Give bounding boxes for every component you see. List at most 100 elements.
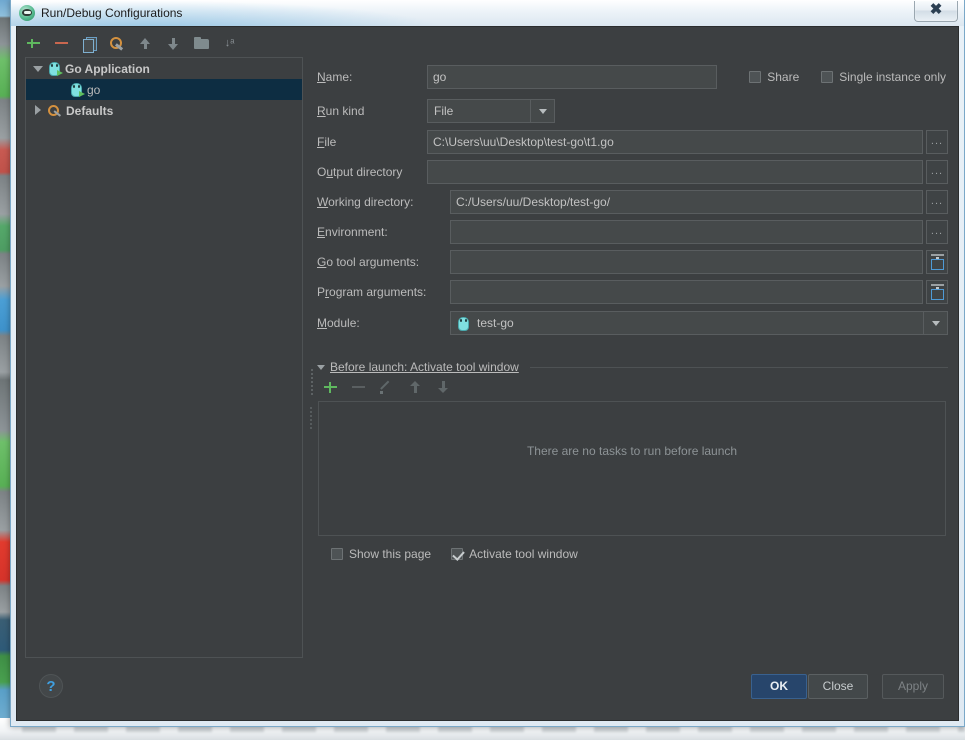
environment-browse-button[interactable]: ... — [926, 220, 948, 244]
go-tool-arguments-row: Go tool arguments: — [317, 250, 948, 274]
configurations-toolbar: ↓ᵃ — [25, 31, 303, 55]
go-gopher-icon — [70, 82, 85, 97]
chevron-down-icon[interactable] — [28, 58, 48, 79]
activate-tool-window-label: Activate tool window — [469, 547, 578, 561]
name-label: Name: — [317, 70, 353, 84]
help-icon[interactable]: ? — [39, 674, 63, 698]
panel-splitter[interactable] — [309, 367, 315, 397]
single-instance-checkbox[interactable] — [821, 71, 834, 83]
module-select[interactable]: test-go — [450, 311, 948, 335]
environment-row: Environment: ... — [317, 220, 948, 244]
chevron-down-icon[interactable] — [530, 100, 554, 122]
ok-button[interactable]: OK — [751, 674, 807, 699]
edit-templates-button[interactable] — [109, 35, 126, 52]
copy-configuration-button[interactable] — [81, 35, 98, 53]
before-launch-title: Before launch: Activate tool window — [330, 360, 519, 374]
apply-button: Apply — [882, 674, 944, 699]
go-tool-arguments-insert-macro-button[interactable] — [926, 250, 948, 274]
chevron-right-icon[interactable] — [28, 100, 48, 121]
activate-tool-window-checkbox[interactable] — [451, 548, 464, 560]
output-directory-input[interactable] — [427, 160, 923, 184]
run-kind-label: Run kind — [317, 104, 365, 118]
show-this-page-label: Show this page — [349, 547, 432, 561]
dialog-title: Run/Debug Configurations — [41, 6, 183, 20]
before-launch-splitter[interactable] — [309, 405, 314, 429]
remove-task-button — [351, 379, 367, 395]
share-checkbox-wrap[interactable]: Share — [749, 70, 799, 84]
working-directory-browse-button[interactable]: ... — [926, 190, 948, 214]
go-module-icon — [457, 316, 470, 331]
name-input[interactable]: go — [427, 65, 717, 89]
before-launch-options: Show this page Activate tool window — [331, 547, 578, 561]
name-row: Name: go Share Single instance only — [317, 65, 948, 89]
file-input[interactable]: C:\Users\uu\Desktop\test-go\t1.go — [427, 130, 923, 154]
add-configuration-button[interactable] — [25, 35, 42, 52]
single-instance-checkbox-wrap[interactable]: Single instance only — [821, 70, 946, 84]
program-arguments-insert-macro-button[interactable] — [926, 280, 948, 304]
single-instance-label: Single instance only — [839, 70, 946, 84]
working-directory-label: Working directory: — [317, 195, 414, 209]
move-into-folder-button[interactable] — [193, 35, 210, 52]
output-directory-row: Output directory ... — [317, 160, 948, 184]
add-task-button[interactable] — [323, 379, 339, 395]
go-gopher-icon — [48, 61, 63, 76]
move-down-button[interactable] — [165, 35, 182, 52]
working-directory-row: Working directory: C:/Users/uu/Desktop/t… — [317, 190, 948, 214]
close-icon[interactable]: ✖ — [914, 1, 958, 22]
tree-group-defaults-label: Defaults — [66, 103, 114, 118]
chevron-down-icon[interactable] — [317, 364, 325, 370]
move-task-up-button — [407, 379, 423, 395]
sort-configurations-button[interactable]: ↓ᵃ — [221, 35, 238, 52]
wrench-icon — [48, 103, 62, 118]
module-label: Module: — [317, 316, 360, 330]
share-checkbox[interactable] — [749, 71, 762, 83]
dialog-footer: ? OK Close Apply — [17, 664, 958, 720]
edit-task-button — [379, 379, 395, 395]
module-row: Module: test-go — [317, 311, 948, 335]
go-tool-arguments-input[interactable] — [450, 250, 923, 274]
show-this-page-wrap[interactable]: Show this page — [331, 547, 431, 561]
go-tool-arguments-label: Go tool arguments: — [317, 255, 420, 269]
configuration-form: Name: go Share Single instance only Run … — [310, 57, 948, 658]
close-button[interactable]: Close — [808, 674, 868, 699]
before-launch-toolbar — [323, 375, 451, 399]
chevron-down-icon[interactable] — [923, 312, 947, 334]
configurations-tree-panel: Go Application go Defaults — [25, 57, 303, 658]
before-launch-task-list[interactable]: There are no tasks to run before launch — [318, 401, 946, 536]
before-launch-header[interactable]: Before launch: Activate tool window — [317, 359, 948, 375]
before-launch-empty-message: There are no tasks to run before launch — [526, 444, 738, 458]
dialog-titlebar[interactable]: Run/Debug Configurations ✖ — [11, 0, 964, 26]
run-debug-configurations-dialog: Run/Debug Configurations ✖ ↓ᵃ Go Applica… — [10, 0, 965, 727]
tree-group-go-application[interactable]: Go Application — [26, 58, 302, 79]
go-app-icon — [19, 5, 35, 21]
module-value: test-go — [477, 316, 514, 330]
environment-input[interactable] — [450, 220, 923, 244]
module-value-wrap: test-go — [451, 316, 923, 331]
move-task-down-button — [435, 379, 451, 395]
environment-label: Environment: — [317, 225, 388, 239]
close-glyph: ✖ — [929, 1, 943, 18]
output-directory-browse-button[interactable]: ... — [926, 160, 948, 184]
section-divider — [529, 366, 948, 368]
tree-group-defaults[interactable]: Defaults — [26, 100, 302, 121]
program-arguments-label: Program arguments: — [317, 285, 427, 299]
share-label: Share — [767, 70, 800, 84]
file-row: File C:\Users\uu\Desktop\test-go\t1.go .… — [317, 130, 948, 154]
run-kind-value: File — [434, 104, 454, 118]
file-browse-button[interactable]: ... — [926, 130, 948, 154]
program-arguments-row: Program arguments: — [317, 280, 948, 304]
file-label: File — [317, 135, 337, 149]
tree-item-go[interactable]: go — [26, 79, 302, 100]
run-kind-select[interactable]: File — [427, 99, 555, 123]
run-kind-row: Run kind File — [317, 99, 948, 123]
tree-group-go-application-label: Go Application — [65, 61, 150, 76]
working-directory-input[interactable]: C:/Users/uu/Desktop/test-go/ — [450, 190, 923, 214]
remove-configuration-button[interactable] — [53, 35, 70, 52]
output-directory-label: Output directory — [317, 165, 403, 179]
program-arguments-input[interactable] — [450, 280, 923, 304]
move-up-button[interactable] — [137, 35, 154, 52]
dialog-content: ↓ᵃ Go Application go Defaults Name: go S… — [16, 26, 959, 721]
activate-tool-window-wrap[interactable]: Activate tool window — [451, 547, 578, 561]
show-this-page-checkbox[interactable] — [331, 548, 343, 560]
